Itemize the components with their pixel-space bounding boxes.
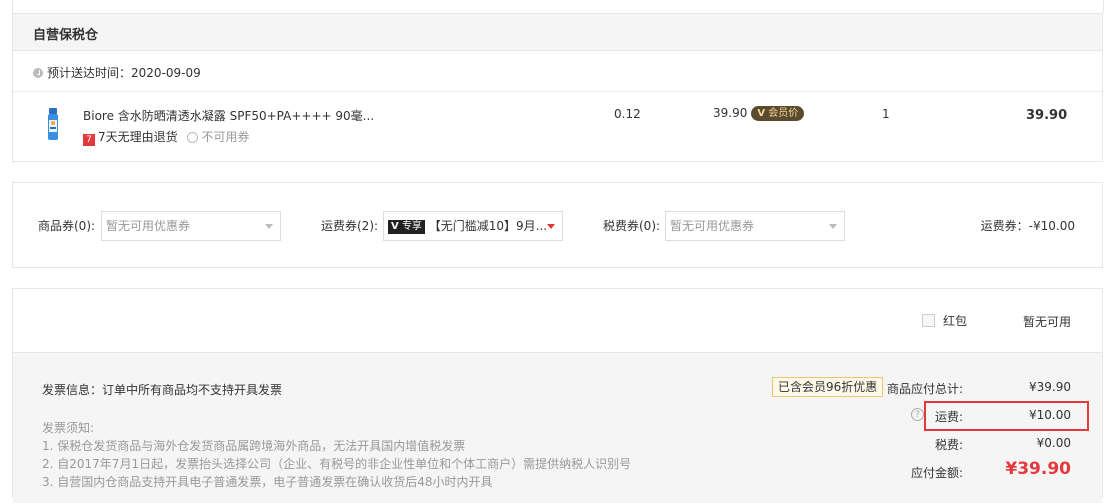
goods-coupon-label: 商品券(0): bbox=[38, 219, 96, 233]
help-icon[interactable]: ? bbox=[911, 408, 924, 421]
product-name[interactable]: Biore 含水防晒清透水凝露 SPF50+PA++++ 90毫... bbox=[83, 107, 374, 124]
invoice-and-totals: 发票信息：订单中所有商品均不支持开具发票 发票须知: 1. 保税仓发货商品与海外… bbox=[13, 352, 1102, 503]
tax-label: 税费: bbox=[935, 438, 964, 452]
coupon-disabled-icon bbox=[187, 132, 199, 143]
chevron-down-icon bbox=[829, 224, 837, 229]
red-packet-status: 暂无可用 bbox=[1023, 315, 1072, 329]
coupon-section: 商品券(0): 暂无可用优惠券 运费券(2): V 专享 【无门槛减10】9月.… bbox=[12, 182, 1103, 268]
tax-coupon-label: 税费券(0): bbox=[603, 219, 661, 233]
delivery-label: 预计送达时间： bbox=[47, 66, 132, 80]
chevron-down-icon bbox=[547, 224, 555, 229]
product-price: 39.90 V 会员价 bbox=[713, 106, 805, 121]
store-section: 自营保税仓 预计送达时间：2020-09-09 Biore 含水防晒清透水凝露 … bbox=[12, 13, 1103, 162]
store-header: 自营保税仓 bbox=[13, 14, 1102, 51]
order-table-header-strip bbox=[12, 0, 1104, 13]
red-packet-label: 红包 bbox=[943, 314, 968, 328]
vip-price-badge: V 会员价 bbox=[751, 106, 805, 121]
divider bbox=[13, 91, 1102, 92]
coupon-note: 不可用券 bbox=[187, 130, 249, 144]
goods-total-value: ¥39.90 bbox=[1029, 380, 1071, 394]
goods-coupon-placeholder: 暂无可用优惠券 bbox=[106, 219, 191, 233]
invoice-info: 发票信息：订单中所有商品均不支持开具发票 bbox=[42, 383, 283, 397]
red-packet-toggle[interactable]: 红包 bbox=[922, 312, 967, 329]
delivery-time: 预计送达时间：2020-09-09 bbox=[33, 64, 201, 81]
store-title: 自营保税仓 bbox=[33, 28, 99, 43]
payable-label: 应付金额: bbox=[911, 466, 964, 480]
invoice-notice-item: 3. 自营国内仓商品支持开具电子普通发票，电子普通发票在确认收货后48小时内开具 bbox=[42, 475, 493, 489]
tax-coupon-placeholder: 暂无可用优惠券 bbox=[670, 219, 755, 233]
exclusive-tag: V 专享 bbox=[388, 220, 425, 234]
product-quantity: 1 bbox=[882, 107, 890, 121]
summary-section: 红包 暂无可用 发票信息：订单中所有商品均不支持开具发票 发票须知: 1. 保税… bbox=[12, 288, 1103, 503]
clock-icon bbox=[33, 68, 43, 78]
payable-amount: ¥39.90 bbox=[1005, 459, 1071, 479]
product-tax: 0.12 bbox=[614, 107, 641, 121]
goods-total-label: 商品应付总计: bbox=[887, 382, 964, 396]
invoice-notice-title: 发票须知: bbox=[42, 421, 95, 435]
red-packet-checkbox[interactable] bbox=[922, 314, 935, 327]
product-image[interactable] bbox=[43, 108, 63, 142]
invoice-notice-item: 2. 自2017年7月1日起，发票抬头选择公司（企业、有税号的非企业性单位和个体… bbox=[42, 457, 632, 471]
shipping-coupon-discount: 运费券：-¥10.00 bbox=[980, 219, 1075, 233]
invoice-notice-item: 1. 保税仓发货商品与海外仓发货商品属跨境海外商品，无法开具国内增值税发票 bbox=[42, 439, 466, 453]
shipping-coupon-value: 【无门槛减10】9月... bbox=[428, 219, 548, 233]
goods-coupon-select[interactable]: 暂无可用优惠券 bbox=[101, 211, 281, 241]
tax-coupon-select[interactable]: 暂无可用优惠券 bbox=[665, 211, 845, 241]
product-subtotal: 39.90 bbox=[1026, 108, 1068, 123]
price-value: 39.90 bbox=[713, 106, 748, 120]
return-policy: 7天无理由退货 bbox=[98, 130, 178, 144]
shipping-coupon-label: 运费券(2): bbox=[321, 219, 379, 233]
chevron-down-icon bbox=[265, 224, 273, 229]
delivery-date: 2020-09-09 bbox=[131, 66, 201, 80]
highlight-box bbox=[924, 401, 1089, 431]
return-badge-icon: 7 bbox=[83, 134, 95, 146]
tax-value: ¥0.00 bbox=[1036, 436, 1071, 450]
product-tags: 7 7天无理由退货 不可用券 bbox=[83, 128, 249, 146]
shipping-coupon-select[interactable]: V 专享 【无门槛减10】9月... bbox=[383, 211, 563, 241]
member-discount-tag: 已含会员96折优惠 bbox=[772, 377, 884, 397]
